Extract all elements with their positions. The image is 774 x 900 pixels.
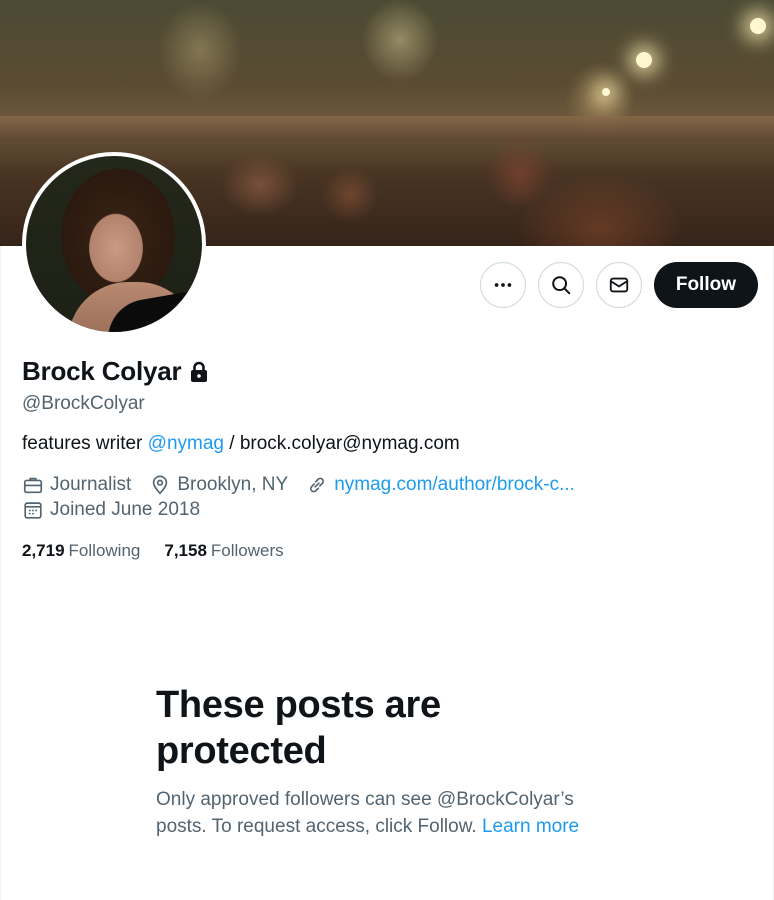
profile-handle: @BrockColyar [22,393,145,414]
protected-message: Only approved followers can see @BrockCo… [156,786,626,840]
search-icon [552,276,571,295]
banner-light [602,88,610,96]
profession: Journalist [22,474,131,496]
profession-text: Journalist [50,474,132,495]
protected-title-line1: These posts are [156,684,441,726]
briefcase-icon [23,477,43,494]
follow-button[interactable]: Follow [653,262,758,308]
location: Brooklyn, NY [149,474,288,496]
website-link[interactable]: nymag.com/author/brock-c... [334,474,575,496]
profile-meta: Journalist Brooklyn, NY nymag.com/author… [22,474,593,496]
lock-icon [189,361,209,383]
location-text: Brooklyn, NY [177,474,289,495]
display-name: Brock Colyar [22,356,182,386]
followers-count: 7,158 [164,541,207,560]
followers-stat[interactable]: 7,158 Followers [164,541,283,561]
more-button[interactable] [479,262,526,308]
bio-text: features writer [22,433,148,454]
protected-notice: These posts are protected Only approved … [156,682,626,840]
banner-beam [0,116,774,142]
bio-text-suffix: / brock.colyar@nymag.com [223,433,460,454]
following-stat[interactable]: 2,719 Following [22,541,140,561]
link-icon [310,477,325,493]
joined-row: Joined June 2018 [22,499,218,521]
banner-light [750,18,766,34]
search-button[interactable] [537,262,584,308]
mail-icon [609,277,629,293]
profile-avatar[interactable] [22,152,206,336]
protected-title: These posts are protected [156,682,626,774]
joined-date: Joined June 2018 [22,499,200,521]
profile-bio: features writer @nymag / brock.colyar@ny… [22,433,460,455]
column-border-left [0,246,1,900]
profile-actions: Follow [479,262,758,308]
calendar-icon [24,502,42,519]
location-pin-icon [153,475,168,495]
following-label: Following [68,541,141,560]
banner-light [636,52,652,68]
name-row: Brock Colyar [22,356,209,387]
more-icon [494,283,512,287]
protected-title-line2: protected [156,730,327,772]
learn-more-link[interactable]: Learn more [482,816,579,837]
message-button[interactable] [595,262,642,308]
website[interactable]: nymag.com/author/brock-c... [306,474,575,496]
bio-mention-link[interactable]: @nymag [148,433,224,454]
follow-stats: 2,719 Following 7,158 Followers [22,541,284,561]
following-count: 2,719 [22,541,65,560]
joined-text: Joined June 2018 [50,499,201,520]
followers-label: Followers [210,541,284,560]
